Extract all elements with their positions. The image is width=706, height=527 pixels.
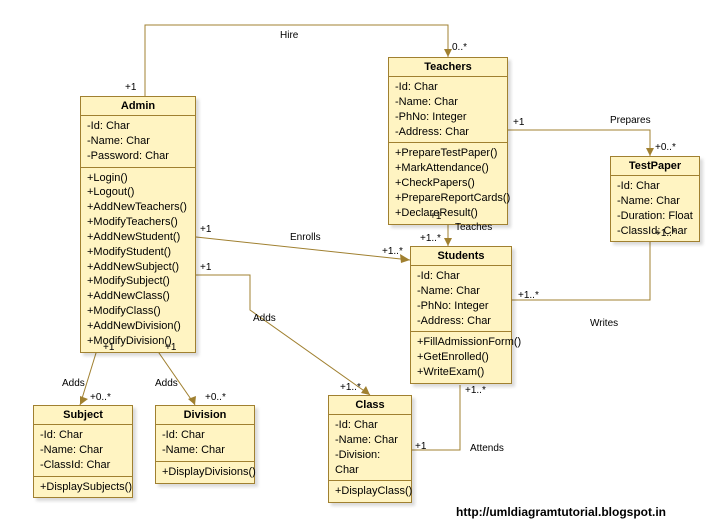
class-teachers: Teachers -Id: Char -Name: Char -PhNo: In… [388,57,508,225]
mult: +1..* [655,228,676,239]
rel-label-adds: Adds [62,378,85,389]
rel-label-hire: Hire [280,30,298,41]
mult: +1..* [382,246,403,257]
class-attrs: -Id: Char -Name: Char -Password: Char [81,116,195,168]
class-title: Teachers [389,58,507,77]
class-subject: Subject -Id: Char -Name: Char -ClassId: … [33,405,133,498]
mult: 0..* [452,42,467,53]
mult: +0..* [90,392,111,403]
rel-label-prepares: Prepares [610,115,651,126]
mult: +1 [415,441,426,452]
mult: +1 [200,262,211,273]
class-ops: +FillAdmissionForm() +GetEnrolled() +Wri… [411,332,511,383]
class-ops: +DisplayClass() [329,481,411,502]
footer-link: http://umldiagramtutorial.blogspot.in [456,505,666,519]
class-attrs: -Id: Char -Name: Char [156,425,254,462]
rel-label-teaches: Teaches [455,222,492,233]
mult: +1 [165,342,176,353]
mult: +1..* [420,233,441,244]
rel-label-writes: Writes [590,318,618,329]
mult: +1 [200,224,211,235]
mult: +1..* [340,382,361,393]
class-admin: Admin -Id: Char -Name: Char -Password: C… [80,96,196,353]
class-title: Class [329,396,411,415]
mult: +1..* [465,385,486,396]
class-division: Division -Id: Char -Name: Char +DisplayD… [155,405,255,484]
mult: +1..* [518,290,539,301]
class-attrs: -Id: Char -Name: Char -PhNo: Integer -Ad… [389,77,507,143]
class-ops: +Login() +Logout() +AddNewTeachers() +Mo… [81,168,195,352]
class-ops: +DisplaySubjects() [34,477,132,498]
class-class: Class -Id: Char -Name: Char -Division: C… [328,395,412,503]
rel-label-adds: Adds [253,313,276,324]
mult: +1 [125,82,136,93]
class-title: Students [411,247,511,266]
class-ops: +PrepareTestPaper() +MarkAttendance() +C… [389,143,507,223]
mult: +0..* [655,142,676,153]
rel-label-attends: Attends [470,443,504,454]
class-attrs: -Id: Char -Name: Char -Division: Char [329,415,411,481]
class-title: Admin [81,97,195,116]
rel-label-enrolls: Enrolls [290,232,321,243]
class-title: Subject [34,406,132,425]
class-attrs: -Id: Char -Name: Char -PhNo: Integer -Ad… [411,266,511,332]
class-ops: +DisplayDivisions() [156,462,254,483]
rel-label-adds: Adds [155,378,178,389]
class-attrs: -Id: Char -Name: Char -ClassId: Char [34,425,132,477]
mult: +1 [513,117,524,128]
mult: +1 [430,211,441,222]
class-title: Division [156,406,254,425]
mult: +0..* [205,392,226,403]
mult: +1 [103,342,114,353]
class-title: TestPaper [611,157,699,176]
class-students: Students -Id: Char -Name: Char -PhNo: In… [410,246,512,384]
